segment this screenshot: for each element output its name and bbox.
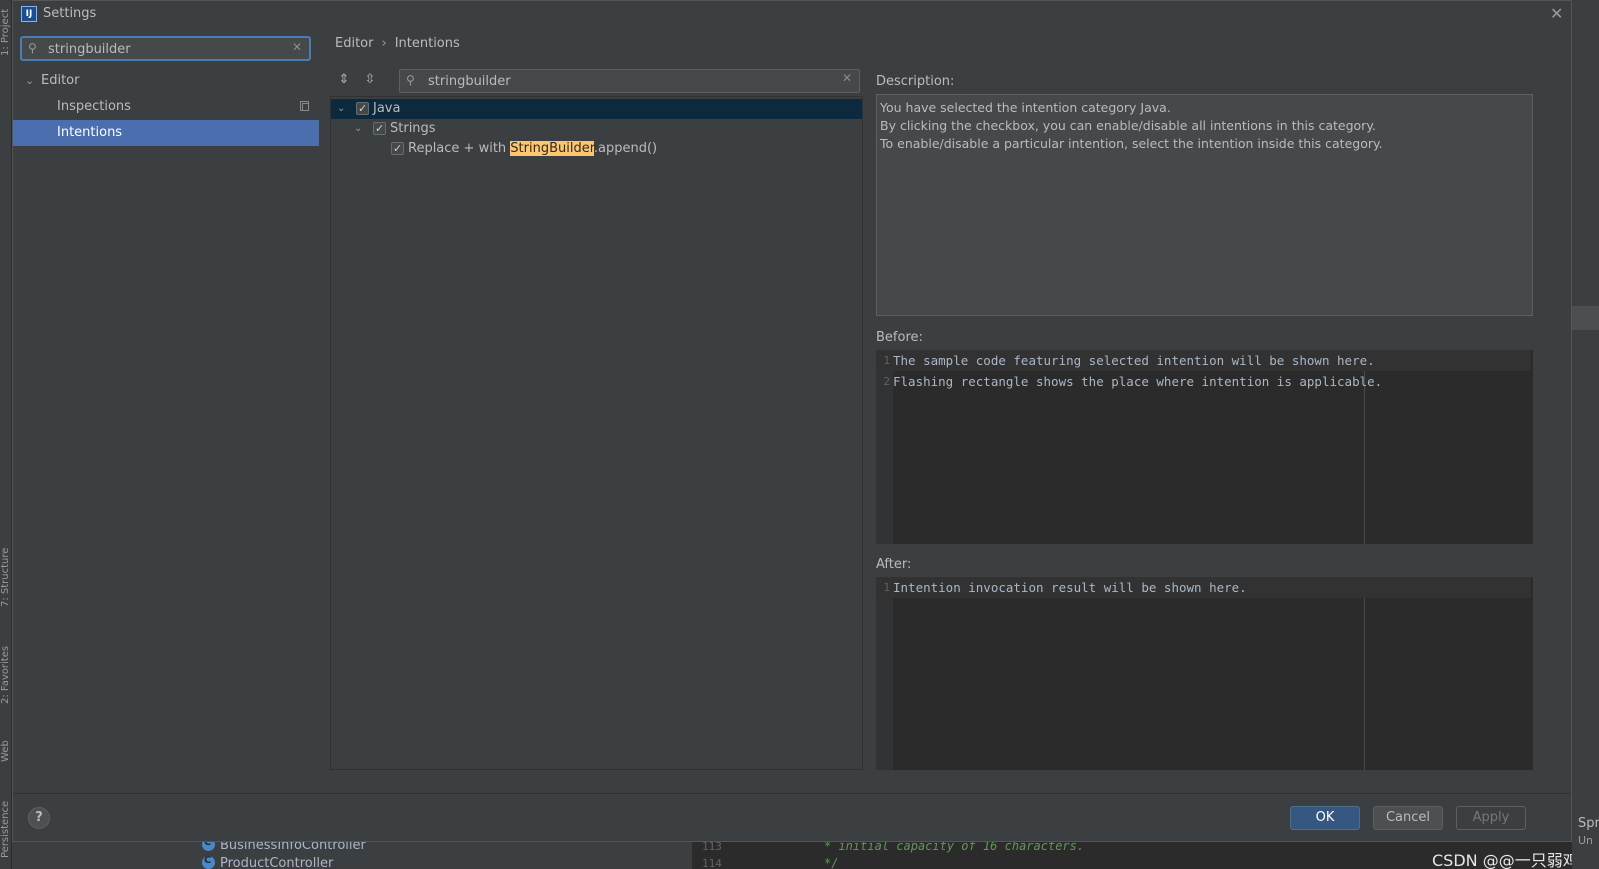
breadcrumb-editor[interactable]: Editor — [335, 36, 373, 51]
search-icon: ⚲ — [406, 73, 415, 87]
project-tool-tab[interactable]: 1: Project — [0, 2, 12, 62]
search-icon: ⚲ — [28, 41, 37, 55]
gutter-line-number: 113 — [702, 842, 722, 853]
intentions-filter[interactable]: ⚲ ✕ — [399, 69, 860, 93]
tree-item-label: Editor — [41, 73, 80, 88]
tree-file-productcontroller[interactable]: ProductController — [202, 855, 334, 869]
settings-tree-panel: ⚲ ✕ ⌄ Editor Inspections Intentions — [13, 27, 319, 793]
tree-row-label: Replace + with StringBuilder.append() — [408, 139, 657, 159]
java-checkbox[interactable] — [356, 99, 369, 119]
code-line: 1 Intention invocation result will be sho… — [876, 577, 1531, 598]
ide-right-selected-tab[interactable] — [1572, 306, 1599, 330]
clear-filter-icon[interactable]: ✕ — [842, 71, 852, 85]
description-line: You have selected the intention category… — [880, 100, 1171, 115]
dialog-button-bar: ? OK Cancel Apply — [13, 793, 1571, 841]
watermark: CSDN @@一只弱鸡 — [1432, 851, 1572, 869]
intention-label-prefix: Replace + with — [408, 141, 511, 156]
description-line: By clicking the checkbox, you can enable… — [880, 118, 1376, 133]
ide-right-tool-strip: Spr Un — [1572, 0, 1599, 869]
project-tree-panel: BusinessInfoController ProductController — [12, 842, 692, 869]
tree-row-strings[interactable]: ⌄ Strings — [331, 119, 862, 139]
settings-search[interactable]: ⚲ ✕ — [20, 36, 311, 61]
replace-intention-checkbox[interactable] — [391, 139, 404, 159]
code-comment-line: * initial capacity of 16 characters. — [824, 842, 1085, 853]
code-gutter — [876, 577, 893, 770]
clear-search-icon[interactable]: ✕ — [292, 40, 302, 54]
dialog-title-bar[interactable]: IJ Settings ✕ — [13, 1, 1571, 27]
tree-row-label: Strings — [390, 121, 436, 136]
ide-left-tool-strip: 1: Project 7: Structure 2: Favorites Web… — [0, 0, 12, 869]
description-panel: You have selected the intention category… — [876, 94, 1533, 316]
apply-button[interactable]: Apply — [1456, 806, 1526, 830]
web-tool-tab[interactable]: Web — [0, 730, 12, 772]
code-text: Flashing rectangle shows the place where… — [893, 374, 1383, 389]
tree-row-label: Java — [373, 101, 401, 116]
right-margin-guide — [1364, 577, 1365, 770]
before-code-preview: 1 The sample code featuring selected inte… — [876, 350, 1533, 544]
right-fragment-un: Un — [1578, 834, 1594, 847]
tree-item-inspections[interactable]: Inspections — [13, 94, 319, 120]
before-label: Before: — [876, 330, 923, 345]
code-line: 2 Flashing rectangle shows the place wher… — [876, 371, 1531, 392]
ide-editor-area: BusinessInfoController ProductController… — [12, 842, 1572, 869]
close-icon[interactable]: ✕ — [1550, 4, 1563, 23]
strings-checkbox[interactable] — [373, 119, 386, 139]
collapse-all-icon[interactable]: ⇳ — [362, 72, 378, 88]
cancel-button[interactable]: Cancel — [1373, 806, 1443, 830]
structure-tool-tab[interactable]: 7: Structure — [0, 540, 12, 615]
tree-item-editor[interactable]: ⌄ Editor — [13, 68, 319, 94]
project-settings-icon — [300, 101, 309, 111]
ok-button[interactable]: OK — [1290, 806, 1360, 830]
tree-file-label: BusinessInfoController — [220, 842, 366, 853]
code-text: The sample code featuring selected inten… — [893, 353, 1375, 368]
code-text: Intention invocation result will be show… — [893, 580, 1247, 595]
line-number: 1 — [883, 581, 890, 594]
tree-file-businessinfocontroller[interactable]: BusinessInfoController — [202, 842, 366, 853]
tree-row-replace-with-stringbuilder[interactable]: Replace + with StringBuilder.append() — [331, 139, 862, 159]
breadcrumb: Editor › Intentions — [335, 36, 460, 51]
tree-row-java[interactable]: ⌄ Java — [331, 99, 862, 119]
breadcrumb-intentions: Intentions — [394, 36, 460, 51]
breadcrumb-separator-icon: › — [381, 36, 387, 51]
tree-file-label: ProductController — [220, 856, 334, 869]
help-button[interactable]: ? — [28, 807, 50, 829]
expand-all-icon[interactable]: ⇕ — [336, 72, 352, 88]
settings-search-input[interactable] — [48, 40, 288, 58]
favorites-tool-tab[interactable]: 2: Favorites — [0, 636, 12, 714]
right-fragment-spr: Spr — [1578, 816, 1599, 831]
search-match-highlight: StringBuilder — [510, 141, 594, 156]
line-number: 2 — [883, 375, 890, 388]
after-code-preview: 1 Intention invocation result will be sho… — [876, 577, 1533, 770]
line-number: 1 — [883, 354, 890, 367]
intentions-page: Editor › Intentions ⇕ ⇳ ⚲ ✕ ⌄ Java ⌄ Strin… — [319, 27, 1571, 793]
dialog-title: Settings — [43, 6, 97, 21]
tree-item-label: Inspections — [57, 99, 131, 114]
settings-dialog: IJ Settings ✕ ⚲ ✕ ⌄ Editor Inspections I… — [12, 0, 1572, 842]
gutter-line-number: 114 — [702, 857, 722, 869]
chevron-down-icon[interactable]: ⌄ — [354, 119, 362, 139]
chevron-down-icon[interactable]: ⌄ — [337, 99, 345, 119]
chevron-down-icon[interactable]: ⌄ — [25, 68, 34, 94]
intellij-app-icon: IJ — [21, 6, 37, 22]
intentions-filter-input[interactable] — [428, 72, 828, 90]
class-icon — [202, 842, 215, 851]
class-icon — [202, 855, 215, 869]
persistence-tool-tab[interactable]: Persistence — [0, 790, 12, 869]
intentions-tree: ⌄ Java ⌄ Strings Replace + with StringBu… — [330, 96, 863, 770]
description-label: Description: — [876, 74, 955, 89]
code-line: 1 The sample code featuring selected inte… — [876, 350, 1531, 371]
description-line: To enable/disable a particular intention… — [880, 136, 1383, 151]
tree-item-intentions[interactable]: Intentions — [13, 120, 319, 146]
intention-label-suffix: .append() — [593, 141, 658, 156]
tree-item-label: Intentions — [57, 125, 123, 140]
code-comment-line: */ — [824, 856, 839, 869]
after-label: After: — [876, 557, 912, 572]
